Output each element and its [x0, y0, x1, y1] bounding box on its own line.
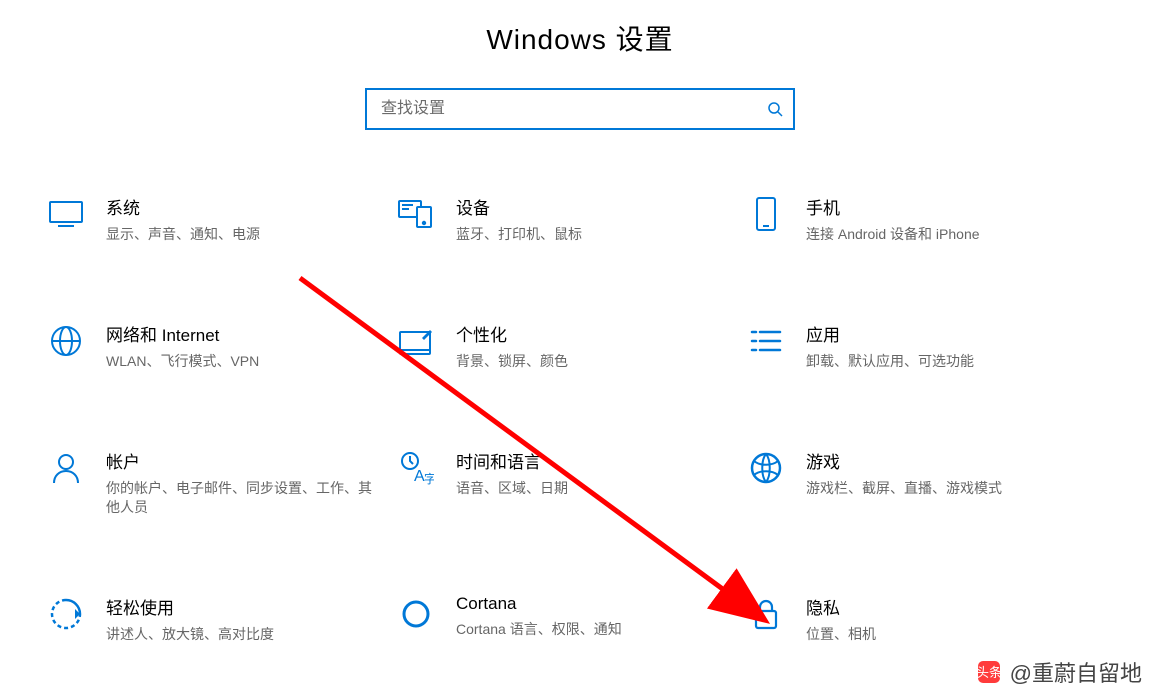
privacy-icon [746, 594, 786, 634]
search-icon [767, 101, 783, 117]
tile-title: Cortana [456, 594, 622, 614]
tile-time-language[interactable]: A 字 时间和语言 语音、区域、日期 [390, 444, 740, 519]
tile-title: 设备 [456, 194, 582, 219]
accounts-icon [46, 448, 86, 488]
search-input[interactable] [365, 88, 795, 130]
tile-title: 系统 [106, 194, 260, 219]
tile-title: 网络和 Internet [106, 321, 259, 346]
tile-desc: 语音、区域、日期 [456, 479, 568, 497]
watermark-text: @重蔚自留地 [1010, 656, 1142, 688]
tile-text: 手机 连接 Android 设备和 iPhone [806, 194, 980, 243]
page-title: Windows 设置 [0, 0, 1160, 88]
apps-icon [746, 321, 786, 361]
tile-text: 时间和语言 语音、区域、日期 [456, 448, 568, 497]
tile-title: 游戏 [806, 448, 1002, 473]
svg-text:字: 字 [424, 471, 434, 485]
watermark: 头条 @重蔚自留地 [976, 656, 1142, 688]
system-icon [46, 194, 86, 234]
gaming-icon [746, 448, 786, 488]
settings-grid: 系统 显示、声音、通知、电源 设备 蓝牙、打印机、鼠标 手机 连接 And [40, 190, 1120, 647]
tile-desc: WLAN、飞行模式、VPN [106, 352, 259, 370]
tile-text: 隐私 位置、相机 [806, 594, 876, 643]
tile-phone[interactable]: 手机 连接 Android 设备和 iPhone [740, 190, 1090, 247]
tile-cortana[interactable]: Cortana Cortana 语言、权限、通知 [390, 590, 740, 647]
search-box[interactable] [365, 88, 795, 130]
tile-desc: Cortana 语言、权限、通知 [456, 620, 622, 638]
tile-title: 时间和语言 [456, 448, 568, 473]
ease-of-access-icon [46, 594, 86, 634]
tile-accounts[interactable]: 帐户 你的帐户、电子邮件、同步设置、工作、其他人员 [40, 444, 390, 519]
tile-title: 应用 [806, 321, 974, 346]
tile-system[interactable]: 系统 显示、声音、通知、电源 [40, 190, 390, 247]
tile-personalization[interactable]: 个性化 背景、锁屏、颜色 [390, 317, 740, 374]
tile-title: 帐户 [106, 448, 384, 473]
tile-desc: 讲述人、放大镜、高对比度 [106, 625, 274, 643]
tile-desc: 连接 Android 设备和 iPhone [806, 225, 980, 243]
tile-desc: 卸载、默认应用、可选功能 [806, 352, 974, 370]
tile-title: 个性化 [456, 321, 568, 346]
watermark-logo-icon: 头条 [976, 659, 1002, 685]
personalization-icon [396, 321, 436, 361]
tile-privacy[interactable]: 隐私 位置、相机 [740, 590, 1090, 647]
tile-text: 应用 卸载、默认应用、可选功能 [806, 321, 974, 370]
tile-network[interactable]: 网络和 Internet WLAN、飞行模式、VPN [40, 317, 390, 374]
cortana-icon [396, 594, 436, 634]
phone-icon [746, 194, 786, 234]
tile-apps[interactable]: 应用 卸载、默认应用、可选功能 [740, 317, 1090, 374]
tile-desc: 位置、相机 [806, 625, 876, 643]
tile-ease-of-access[interactable]: 轻松使用 讲述人、放大镜、高对比度 [40, 590, 390, 647]
devices-icon [396, 194, 436, 234]
tile-text: 网络和 Internet WLAN、飞行模式、VPN [106, 321, 259, 370]
tile-title: 手机 [806, 194, 980, 219]
tile-text: 设备 蓝牙、打印机、鼠标 [456, 194, 582, 243]
svg-text:头条: 头条 [976, 665, 1002, 680]
tile-text: 轻松使用 讲述人、放大镜、高对比度 [106, 594, 274, 643]
tile-devices[interactable]: 设备 蓝牙、打印机、鼠标 [390, 190, 740, 247]
tile-text: 帐户 你的帐户、电子邮件、同步设置、工作、其他人员 [106, 448, 384, 515]
tile-desc: 你的帐户、电子邮件、同步设置、工作、其他人员 [106, 479, 384, 515]
tile-text: 游戏 游戏栏、截屏、直播、游戏模式 [806, 448, 1002, 497]
tile-text: 系统 显示、声音、通知、电源 [106, 194, 260, 243]
tile-desc: 显示、声音、通知、电源 [106, 225, 260, 243]
network-icon [46, 321, 86, 361]
tile-gaming[interactable]: 游戏 游戏栏、截屏、直播、游戏模式 [740, 444, 1090, 519]
tile-desc: 蓝牙、打印机、鼠标 [456, 225, 582, 243]
time-language-icon: A 字 [396, 448, 436, 488]
tile-desc: 游戏栏、截屏、直播、游戏模式 [806, 479, 1002, 497]
tile-text: Cortana Cortana 语言、权限、通知 [456, 594, 622, 638]
tile-title: 隐私 [806, 594, 876, 619]
tile-title: 轻松使用 [106, 594, 274, 619]
tile-text: 个性化 背景、锁屏、颜色 [456, 321, 568, 370]
tile-desc: 背景、锁屏、颜色 [456, 352, 568, 370]
